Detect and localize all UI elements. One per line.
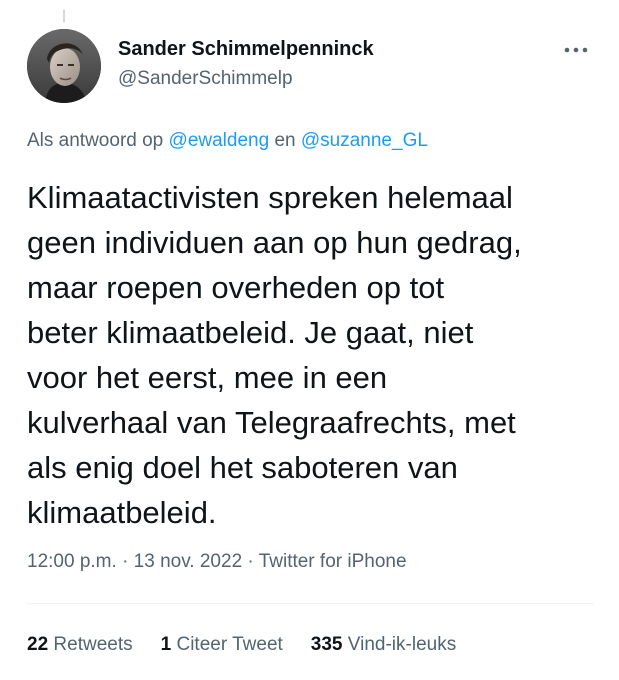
tweet-text-line: maar roepen overheden op tot	[27, 270, 445, 305]
reply-joiner: en	[274, 130, 296, 151]
reply-prefix: Als antwoord op	[27, 130, 164, 151]
tweet-date[interactable]: 13 nov. 2022	[134, 551, 242, 572]
likes-count: 335	[310, 634, 343, 655]
likes-stat[interactable]: 335 Vind-ik-leuks	[311, 634, 456, 656]
quotes-count: 1	[160, 634, 172, 655]
quote-tweets-stat[interactable]: 1 Citeer Tweet	[161, 634, 283, 656]
mention-link-suzanne[interactable]: @suzanne_GL	[301, 130, 428, 151]
reply-context: Als antwoord op @ewaldeng en @suzanne_GL	[27, 130, 428, 152]
more-horizontal-icon	[564, 47, 588, 53]
meta-separator: ·	[122, 551, 129, 572]
tweet-text: Klimaatactivisten spreken helemaal geen …	[27, 175, 607, 535]
retweets-count: 22	[27, 634, 49, 655]
tweet-source[interactable]: Twitter for iPhone	[259, 551, 407, 572]
author-display-name[interactable]: Sander Schimmelpenninck	[118, 38, 374, 61]
avatar-photo	[27, 29, 101, 103]
tweet-text-line: voor het eerst, mee in een	[27, 360, 388, 395]
divider	[27, 603, 594, 604]
tweet-text-line: klimaatbeleid.	[27, 495, 217, 530]
retweets-label: Retweets	[53, 634, 133, 655]
retweets-stat[interactable]: 22 Retweets	[27, 634, 133, 656]
author-handle[interactable]: @SanderSchimmelp	[118, 68, 293, 90]
tweet-text-line: als enig doel het saboteren van	[27, 450, 458, 485]
tweet-text-line: kulverhaal van Telegraafrechts, met	[27, 405, 516, 440]
mention-link-ewaldeng[interactable]: @ewaldeng	[169, 130, 270, 151]
tweet-meta: 12:00 p.m. · 13 nov. 2022 · Twitter for …	[27, 551, 407, 573]
engagement-stats: 22 Retweets 1 Citeer Tweet 335 Vind-ik-l…	[27, 634, 456, 656]
more-options-button[interactable]	[556, 40, 596, 60]
tweet-text-line: beter klimaatbeleid. Je gaat, niet	[27, 315, 474, 350]
quotes-label: Citeer Tweet	[176, 634, 283, 655]
meta-separator: ·	[247, 551, 254, 572]
tweet-text-line: geen individuen aan op hun gedrag,	[27, 225, 522, 260]
thread-connector-line	[63, 10, 65, 22]
likes-label: Vind-ik-leuks	[347, 634, 457, 655]
avatar[interactable]	[27, 29, 101, 103]
tweet-text-line: Klimaatactivisten spreken helemaal	[27, 180, 513, 215]
tweet-time[interactable]: 12:00 p.m.	[27, 551, 117, 572]
